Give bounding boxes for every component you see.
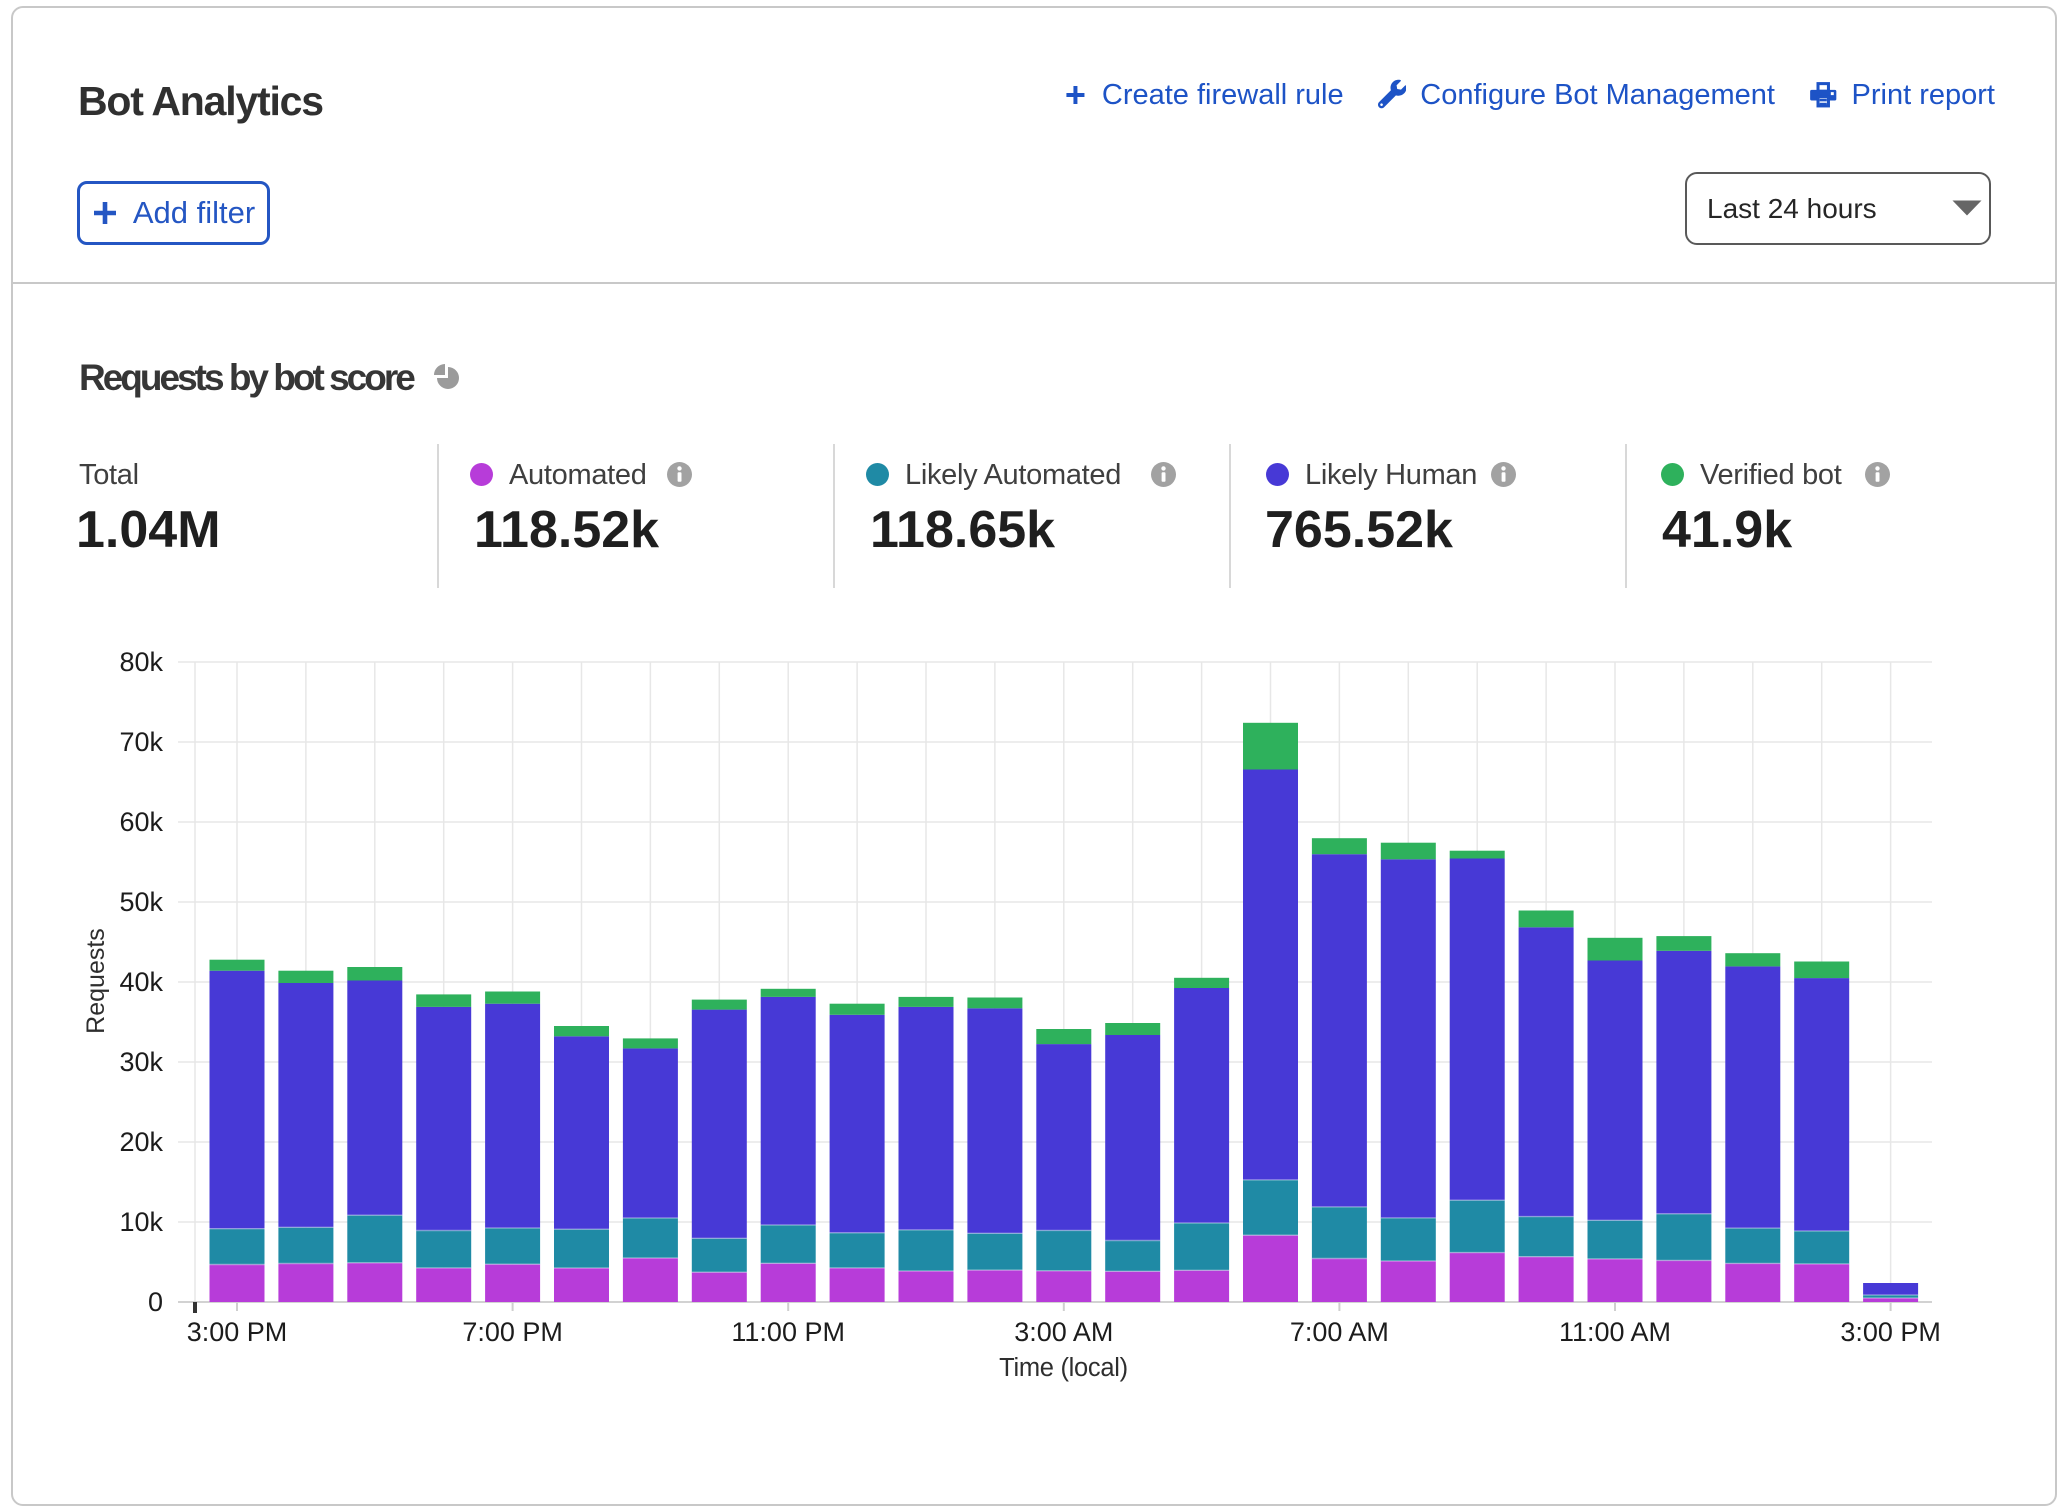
svg-text:3:00 PM: 3:00 PM <box>187 1317 288 1347</box>
svg-text:70k: 70k <box>119 727 163 757</box>
svg-text:0: 0 <box>148 1287 163 1317</box>
svg-text:80k: 80k <box>119 647 163 677</box>
svg-text:50k: 50k <box>119 887 163 917</box>
svg-text:40k: 40k <box>119 967 163 997</box>
svg-text:20k: 20k <box>119 1127 163 1157</box>
svg-text:Requests: Requests <box>82 928 110 1034</box>
svg-text:11:00 AM: 11:00 AM <box>1559 1317 1671 1347</box>
svg-text:30k: 30k <box>119 1047 163 1077</box>
svg-text:10k: 10k <box>119 1207 163 1237</box>
svg-text:60k: 60k <box>119 807 163 837</box>
svg-text:7:00 AM: 7:00 AM <box>1290 1317 1389 1347</box>
svg-text:11:00 PM: 11:00 PM <box>731 1317 845 1347</box>
svg-text:3:00 AM: 3:00 AM <box>1014 1317 1113 1347</box>
svg-text:Time (local): Time (local) <box>999 1354 1128 1382</box>
svg-text:3:00 PM: 3:00 PM <box>1840 1317 1941 1347</box>
svg-text:7:00 PM: 7:00 PM <box>462 1317 563 1347</box>
